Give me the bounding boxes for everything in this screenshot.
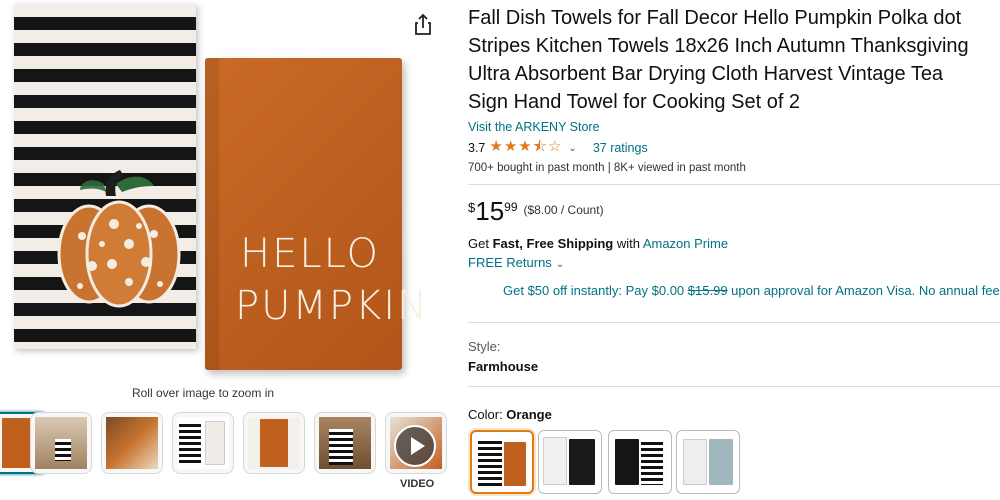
divider	[468, 184, 1000, 185]
swatch-towel	[543, 437, 567, 485]
chevron-down-icon: ⌄	[555, 259, 565, 270]
swatch-towel	[504, 442, 526, 486]
thumbnail-4[interactable]	[172, 412, 234, 474]
thumbnail-5[interactable]	[243, 412, 305, 474]
shipping-bold: Fast, Free Shipping	[492, 236, 614, 251]
star-icon: ★	[503, 137, 519, 155]
thumbnail-towel	[55, 439, 71, 461]
zoom-hint: Roll over image to zoom in	[131, 386, 275, 400]
promo-strikethrough: $15.99	[687, 283, 728, 298]
towel-print-line1: HELLO	[240, 231, 380, 277]
chevron-down-icon[interactable]: ⌄	[568, 143, 576, 154]
price-symbol: $	[468, 200, 476, 215]
swatch-blue-hello-pumpkin[interactable]	[676, 430, 740, 494]
pumpkin-illustration	[57, 170, 181, 308]
color-label: Color: Orange	[468, 407, 1000, 422]
swatch-towel	[615, 439, 639, 485]
shipping-middle: with	[613, 236, 643, 251]
returns-label: FREE Returns	[468, 255, 552, 270]
style-value: Farmhouse	[468, 359, 539, 374]
price: $ 15 99 ($8.00 / Count)	[468, 197, 1000, 227]
thumbnail-towel	[329, 429, 353, 465]
thumbnail-towel	[179, 421, 201, 465]
thumbnail-6[interactable]	[314, 412, 376, 474]
shipping-prefix: Get	[468, 236, 493, 251]
towel-print-line2: PUMPKIN	[235, 283, 429, 329]
swatch-towel	[478, 438, 502, 486]
color-label-text: Color:	[468, 407, 507, 422]
color-value: Orange	[506, 407, 552, 422]
ratings-count-link[interactable]: 37 ratings	[593, 141, 648, 155]
title-line-1: Fall Dish Towels for Fall Decor Hello Pu…	[468, 7, 962, 29]
swatch-orange[interactable]	[470, 430, 534, 494]
swatch-towel	[641, 439, 663, 485]
product-title: Fall Dish Towels for Fall Decor Hello Pu…	[468, 4, 1000, 116]
play-icon	[394, 425, 436, 467]
promo-text-after: upon approval for Amazon Visa. No annual…	[727, 283, 1000, 298]
visa-promo[interactable]: Get $50 off instantly: Pay $0.00 $15.99 …	[503, 283, 1000, 298]
prime-link[interactable]: Amazon Prime	[643, 236, 728, 251]
thumbnail-3[interactable]	[101, 412, 163, 474]
free-returns-link[interactable]: FREE Returns ⌄	[468, 255, 1000, 270]
price-fraction: 99	[504, 200, 518, 214]
style-label: Style:	[468, 339, 501, 354]
product-details: Fall Dish Towels for Fall Decor Hello Pu…	[468, 4, 1000, 496]
price-whole: 15	[475, 196, 505, 226]
title-line-4: Sign Hand Towel for Cooking Set of 2	[468, 91, 801, 113]
towel-print-text: HELLO PUMPKIN	[235, 228, 429, 332]
style-selector: Style: Farmhouse	[468, 339, 1000, 374]
star-icon: ★	[518, 137, 533, 155]
swatch-towel	[683, 439, 707, 485]
shipping-info: Get Fast, Free Shipping with Amazon Prim…	[468, 236, 1000, 251]
video-label: VIDEO	[400, 478, 435, 490]
video-thumbnail[interactable]	[385, 412, 447, 474]
thumbnail-image	[106, 417, 158, 469]
divider	[468, 386, 1000, 387]
share-icon	[415, 13, 431, 35]
towel-fold	[205, 58, 219, 370]
rating-row: 3.7 ★★★⯪☆ ⌄ 37 ratings	[468, 138, 1000, 157]
half-star-icon: ⯪	[532, 137, 548, 155]
title-line-2: Stripes Kitchen Towels 18x26 Inch Autumn…	[468, 35, 969, 57]
thumbnail-2[interactable]	[30, 412, 92, 474]
star-rating[interactable]: ★★★⯪☆	[489, 136, 562, 161]
promo-text-before: Get $50 off instantly: Pay $0.00	[503, 283, 688, 298]
store-link[interactable]: Visit the ARKENY Store	[468, 120, 600, 134]
swatch-happy-halloween[interactable]	[608, 430, 672, 494]
color-swatches	[468, 430, 1000, 496]
orange-towel-image: HELLO PUMPKIN	[205, 58, 429, 370]
share-button[interactable]	[410, 12, 436, 38]
swatch-towel	[709, 439, 733, 485]
thumbnail-towel	[205, 421, 225, 465]
striped-towel-image	[14, 4, 196, 349]
unit-price: ($8.00 / Count)	[523, 203, 604, 217]
swatch-towel	[569, 439, 595, 485]
main-product-image[interactable]: HELLO PUMPKIN	[0, 0, 440, 380]
title-line-3: Ultra Absorbent Bar Drying Cloth Harvest…	[468, 63, 944, 85]
swatch-black-pumpkin[interactable]	[538, 430, 602, 494]
empty-star-icon: ☆	[547, 137, 563, 155]
purchase-stats: 700+ bought in past month | 8K+ viewed i…	[468, 162, 746, 174]
star-icon: ★	[489, 137, 504, 155]
rating-number: 3.7	[468, 141, 486, 155]
divider	[468, 322, 1000, 323]
thumbnail-towel	[260, 419, 288, 467]
